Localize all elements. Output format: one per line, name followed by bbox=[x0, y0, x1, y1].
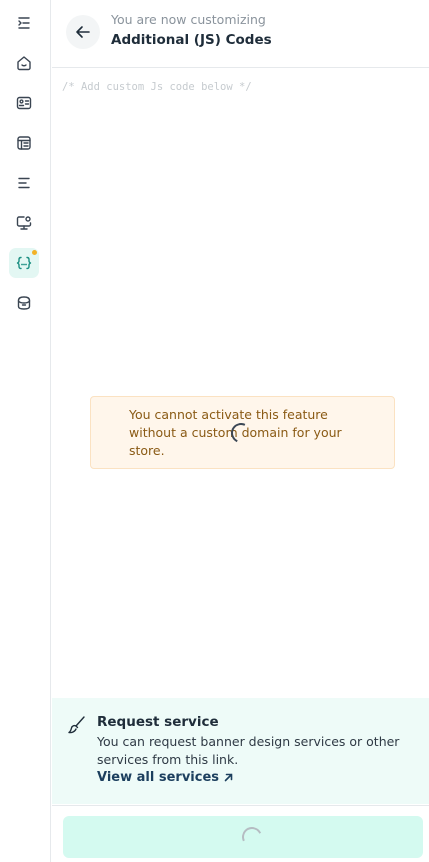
sidebar-rail bbox=[0, 0, 51, 862]
page-title: Additional (JS) Codes bbox=[111, 32, 272, 48]
sidebar-item-custom-code[interactable] bbox=[9, 248, 39, 278]
storefront-icon bbox=[17, 136, 31, 150]
view-all-services-label: View all services bbox=[97, 770, 220, 785]
monitor-settings-icon bbox=[16, 216, 32, 230]
sidebar-item-profile[interactable] bbox=[9, 88, 39, 118]
sidebar-item-store[interactable] bbox=[9, 128, 39, 158]
paintbrush-icon bbox=[66, 714, 88, 736]
footer-bar bbox=[52, 805, 429, 862]
code-editor-placeholder: /* Add custom Js code below */ bbox=[62, 81, 252, 93]
sidebar-item-pages[interactable] bbox=[9, 168, 39, 198]
sidebar-item-products[interactable] bbox=[9, 288, 39, 318]
view-all-services-link[interactable]: View all services bbox=[97, 770, 234, 785]
service-title: Request service bbox=[97, 714, 219, 730]
sidebar-item-appearance[interactable] bbox=[9, 208, 39, 238]
arrow-up-right-icon bbox=[224, 773, 233, 782]
home-icon bbox=[17, 56, 31, 71]
save-loading-spinner bbox=[239, 824, 265, 850]
collapse-menu-button[interactable] bbox=[9, 8, 39, 38]
code-editor[interactable]: /* Add custom Js code below */ bbox=[52, 69, 429, 697]
code-braces-icon bbox=[16, 256, 32, 270]
list-icon bbox=[18, 177, 30, 189]
request-service-panel: Request service You can request banner d… bbox=[52, 698, 429, 804]
arrow-left-icon bbox=[76, 26, 90, 38]
save-button[interactable] bbox=[63, 816, 423, 858]
page-header: You are now customizing Additional (JS) … bbox=[52, 0, 429, 68]
package-icon bbox=[17, 296, 31, 310]
collapse-menu-icon bbox=[18, 17, 30, 29]
service-description: You can request banner design services o… bbox=[97, 734, 400, 767]
back-button[interactable] bbox=[66, 15, 100, 49]
sidebar-item-home[interactable] bbox=[9, 48, 39, 78]
id-card-icon bbox=[16, 96, 32, 110]
header-subtitle: You are now customizing bbox=[111, 12, 266, 27]
notification-badge bbox=[32, 250, 37, 255]
